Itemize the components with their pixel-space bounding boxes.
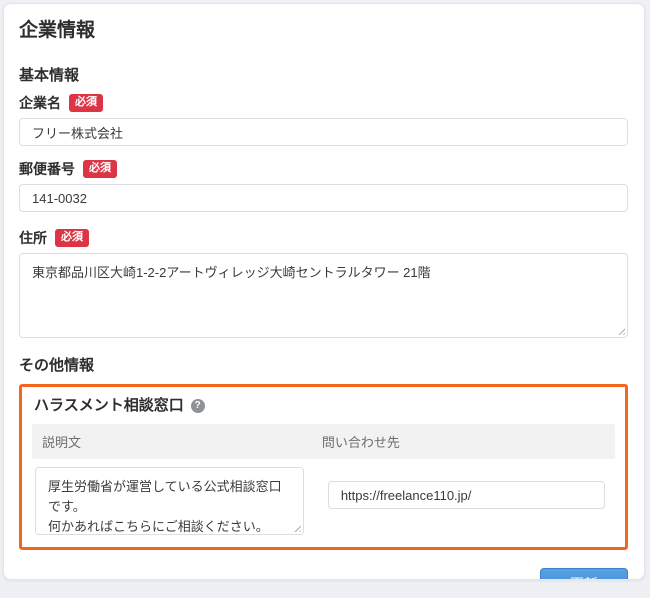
company-info-card: 企業情報 基本情報 企業名 必須 郵便番号 必須 住所 必須 東京都品川区大崎1… xyxy=(3,3,645,580)
required-badge: 必須 xyxy=(55,229,89,247)
company-name-input[interactable] xyxy=(19,118,628,146)
postal-code-label-row: 郵便番号 必須 xyxy=(19,159,628,179)
postal-code-input[interactable] xyxy=(19,184,628,212)
harassment-contact-url-input[interactable] xyxy=(328,481,605,509)
help-icon[interactable]: ? xyxy=(191,399,205,413)
harassment-title-row: ハラスメント相談窓口 ? xyxy=(34,396,615,416)
company-name-label: 企業名 xyxy=(19,93,61,113)
harassment-description-textarea[interactable]: 厚生労働省が運営している公式相談窓口です。 何かあればこちらにご相談ください。 xyxy=(35,467,304,535)
section-heading-basic: 基本情報 xyxy=(19,66,628,86)
harassment-table-body: 厚生労働省が運営している公式相談窓口です。 何かあればこちらにご相談ください。 xyxy=(32,467,615,535)
postal-code-label: 郵便番号 xyxy=(19,159,75,179)
address-textarea[interactable]: 東京都品川区大崎1-2-2アートヴィレッジ大崎セントラルタワー 21階 xyxy=(19,253,628,338)
address-label: 住所 xyxy=(19,228,47,248)
harassment-title: ハラスメント相談窓口 xyxy=(34,396,184,416)
contact-column-header: 問い合わせ先 xyxy=(312,424,615,459)
address-label-row: 住所 必須 xyxy=(19,228,628,248)
required-badge: 必須 xyxy=(83,160,117,178)
required-badge: 必須 xyxy=(69,94,103,112)
harassment-consultation-panel: ハラスメント相談窓口 ? 説明文 問い合わせ先 厚生労働省が運営している公式相談… xyxy=(19,384,628,550)
harassment-table-header: 説明文 問い合わせ先 xyxy=(32,424,615,459)
update-button[interactable]: 更新 xyxy=(540,568,628,580)
company-name-label-row: 企業名 必須 xyxy=(19,93,628,113)
description-column-header: 説明文 xyxy=(32,424,312,459)
actions-row: 更新 xyxy=(19,568,628,580)
section-heading-other: その他情報 xyxy=(19,356,628,376)
page-title: 企業情報 xyxy=(19,18,628,44)
